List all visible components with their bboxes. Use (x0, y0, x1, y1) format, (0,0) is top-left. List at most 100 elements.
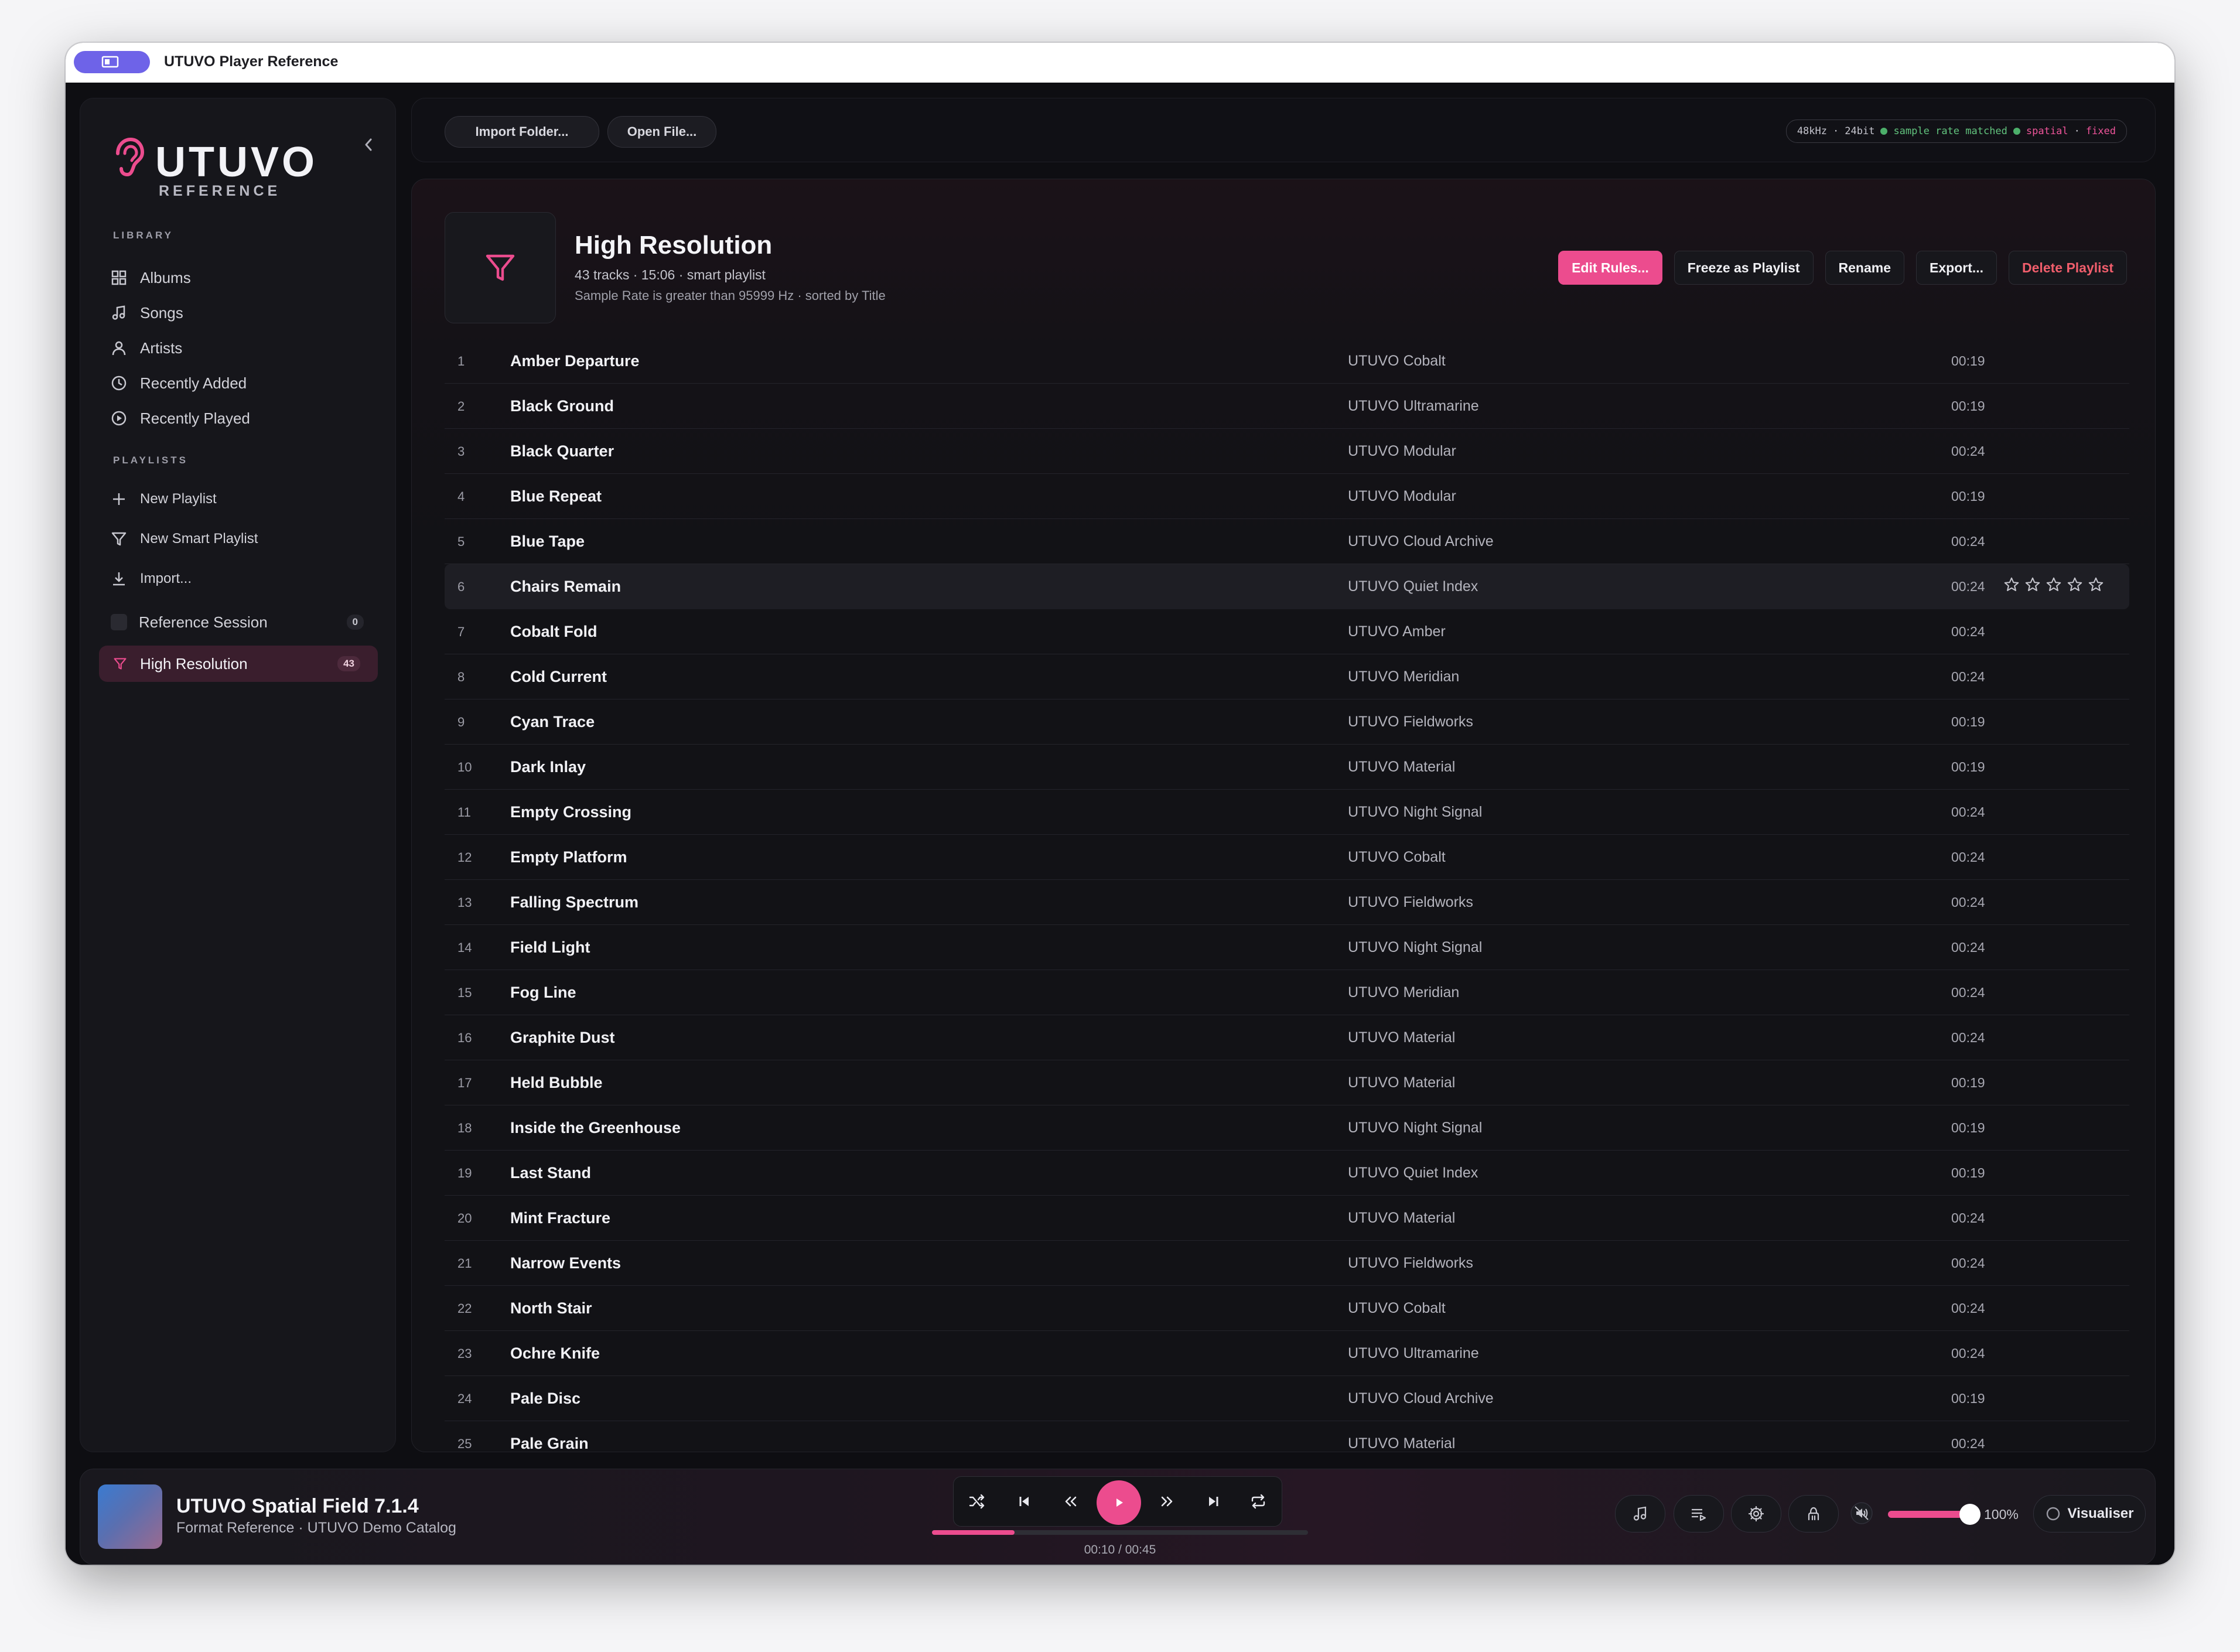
grid-icon (111, 270, 127, 285)
table-row[interactable]: 24 Pale Disc UTUVO Cloud Archive 00:19 (445, 1376, 2129, 1421)
table-row[interactable]: 4 Blue Repeat UTUVO Modular 00:19 (445, 474, 2129, 519)
playlist-title: High Resolution (575, 231, 773, 260)
table-row[interactable]: 21 Narrow Events UTUVO Fieldworks 00:24 (445, 1241, 2129, 1286)
table-row[interactable]: 13 Falling Spectrum UTUVO Fieldworks 00:24 (445, 880, 2129, 925)
repeat-button[interactable] (1247, 1490, 1270, 1513)
track-title: Dark Inlay (510, 758, 586, 776)
table-row[interactable]: 10 Dark Inlay UTUVO Material 00:19 (445, 745, 2129, 790)
sidebar-item-recently-played[interactable]: Recently Played (106, 402, 381, 435)
fast-forward-button[interactable] (1155, 1490, 1179, 1513)
track-duration: 00:24 (1951, 804, 1985, 820)
table-row[interactable]: 20 Mint Fracture UTUVO Material 00:24 (445, 1196, 2129, 1241)
rewind-button[interactable] (1059, 1490, 1083, 1513)
rename-button[interactable]: Rename (1825, 251, 1905, 285)
delete-playlist-button[interactable]: Delete Playlist (2009, 251, 2127, 285)
freeze-as-playlist-button[interactable]: Freeze as Playlist (1674, 251, 1814, 285)
table-row[interactable]: 16 Graphite Dust UTUVO Material 00:24 (445, 1015, 2129, 1060)
table-row[interactable]: 5 Blue Tape UTUVO Cloud Archive 00:24 (445, 519, 2129, 564)
track-title: Cyan Trace (510, 713, 595, 731)
star-icon[interactable] (2003, 576, 2020, 593)
table-row[interactable]: 7 Cobalt Fold UTUVO Amber 00:24 (445, 609, 2129, 654)
volume-label: 100% (1984, 1507, 2019, 1522)
play-button[interactable] (1097, 1480, 1141, 1525)
queue-button[interactable] (1674, 1495, 1724, 1532)
new-smart-playlist-button[interactable]: New Smart Playlist (106, 523, 381, 555)
transport-controls (953, 1476, 1282, 1527)
star-icon[interactable] (2024, 576, 2041, 593)
track-number: 18 (457, 1121, 472, 1135)
table-row[interactable]: 19 Last Stand UTUVO Quiet Index 00:19 (445, 1151, 2129, 1196)
track-album: UTUVO Ultramarine (1348, 398, 1479, 414)
plus-icon (113, 493, 125, 505)
track-title: Mint Fracture (510, 1209, 611, 1227)
settings-button[interactable] (1731, 1495, 1781, 1532)
table-row[interactable]: 25 Pale Grain UTUVO Material 00:24 (445, 1421, 2129, 1452)
visualiser-button[interactable]: Visualiser (2033, 1495, 2146, 1532)
track-album: UTUVO Cobalt (1348, 353, 1446, 369)
table-row[interactable]: 14 Field Light UTUVO Night Signal 00:24 (445, 925, 2129, 970)
sidebar-item-artists[interactable]: Artists (106, 332, 381, 364)
library-section-label: LIBRARY (113, 230, 173, 241)
track-title: Inside the Greenhouse (510, 1119, 681, 1136)
table-row[interactable]: 11 Empty Crossing UTUVO Night Signal 00:24 (445, 790, 2129, 835)
table-row[interactable]: 23 Ochre Knife UTUVO Ultramarine 00:24 (445, 1331, 2129, 1376)
star-icon[interactable] (2045, 576, 2063, 593)
spatial-audio-button[interactable] (1788, 1495, 1839, 1532)
next-track-button[interactable] (1202, 1490, 1225, 1513)
track-title: Cobalt Fold (510, 623, 597, 640)
now-playing-title: UTUVO Spatial Field 7.1.4 (176, 1495, 419, 1517)
table-row[interactable]: 18 Inside the Greenhouse UTUVO Night Signa… (445, 1105, 2129, 1151)
app-window: UTUVO Player Reference UTUVO REFERENCE L… (66, 43, 2174, 1565)
volume-slider[interactable] (1888, 1504, 1981, 1525)
table-row[interactable]: 9 Cyan Trace UTUVO Fieldworks 00:19 (445, 699, 2129, 745)
collapse-sidebar-chevron-icon[interactable] (361, 136, 375, 153)
table-row[interactable]: 3 Black Quarter UTUVO Modular 00:24 (445, 429, 2129, 474)
track-number: 21 (457, 1256, 472, 1271)
sidebar-item-albums[interactable]: Albums (106, 261, 381, 294)
spatial-audio-icon (1808, 1507, 1819, 1521)
track-duration: 00:19 (1951, 1120, 1985, 1135)
new-playlist-button[interactable]: New Playlist (106, 483, 381, 516)
track-album: UTUVO Modular (1348, 488, 1456, 504)
track-duration: 00:19 (1951, 1165, 1985, 1180)
table-row[interactable]: 2 Black Ground UTUVO Ultramarine 00:19 (445, 384, 2129, 429)
table-row[interactable]: 6 Chairs Remain UTUVO Quiet Index 00:24 (445, 564, 2129, 609)
title-bar: UTUVO Player Reference (66, 43, 2174, 83)
table-row[interactable]: 22 North Stair UTUVO Cobalt 00:24 (445, 1286, 2129, 1331)
open-file-button[interactable]: Open File... (607, 116, 716, 148)
track-duration: 00:19 (1951, 353, 1985, 368)
fast-forward-icon (1161, 1496, 1173, 1507)
sidebar-item-label: Songs (140, 303, 183, 322)
sidebar-item-songs[interactable]: Songs (106, 296, 381, 329)
track-album: UTUVO Cloud Archive (1348, 1390, 1494, 1407)
sidebar-playlist-reference-session[interactable]: Reference Session 0 (106, 606, 381, 639)
sidebar-playlist-high-resolution[interactable]: High Resolution 43 (99, 646, 378, 682)
playback-progress-bar[interactable] (932, 1530, 1308, 1535)
track-album: UTUVO Night Signal (1348, 1119, 1483, 1136)
sidebar-item-recently-added[interactable]: Recently Added (106, 367, 381, 400)
sidebar: UTUVO REFERENCE LIBRARY Albums Songs Art… (80, 98, 396, 1452)
edit-rules-button[interactable]: Edit Rules... (1558, 251, 1662, 285)
table-row[interactable]: 17 Held Bubble UTUVO Material 00:19 (445, 1060, 2129, 1105)
table-row[interactable]: 1 Amber Departure UTUVO Cobalt 00:19 (445, 339, 2129, 384)
track-duration: 00:24 (1951, 443, 1985, 459)
star-icon[interactable] (2087, 576, 2105, 593)
sample-rate-readout: 48kHz (1797, 125, 1827, 137)
mute-button[interactable] (1843, 1495, 1880, 1531)
import-folder-button[interactable]: Import Folder... (445, 116, 599, 148)
track-album: UTUVO Material (1348, 1029, 1456, 1046)
previous-track-button[interactable] (1012, 1490, 1036, 1513)
window-switcher-button[interactable] (74, 51, 150, 73)
table-row[interactable]: 12 Empty Platform UTUVO Cobalt 00:24 (445, 835, 2129, 880)
table-row[interactable]: 15 Fog Line UTUVO Meridian 00:24 (445, 970, 2129, 1015)
playlist-icon (111, 614, 127, 630)
lyrics-button[interactable] (1615, 1495, 1665, 1532)
playback-progress-fill (932, 1530, 1015, 1535)
volume-knob[interactable] (1959, 1504, 1981, 1525)
import-button[interactable]: Import... (106, 562, 381, 595)
export-button[interactable]: Export... (1916, 251, 1997, 285)
shuffle-button[interactable] (965, 1490, 989, 1513)
table-row[interactable]: 8 Cold Current UTUVO Meridian 00:24 (445, 654, 2129, 699)
track-album: UTUVO Meridian (1348, 984, 1460, 1001)
star-icon[interactable] (2066, 576, 2084, 593)
